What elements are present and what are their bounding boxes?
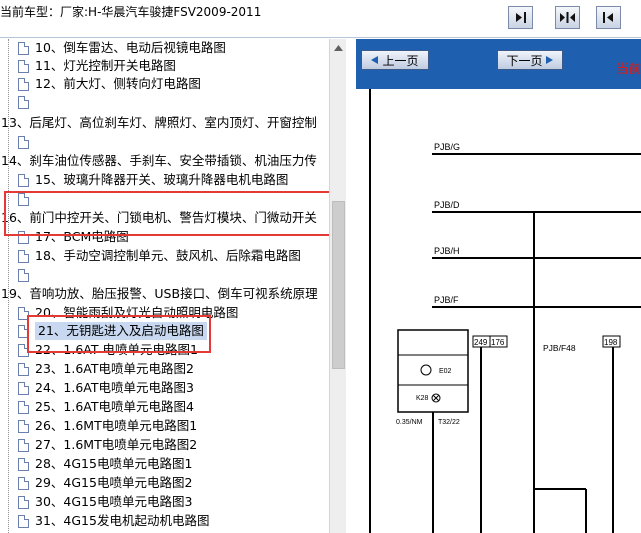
triangle-right-icon [545, 56, 553, 64]
tree-item-label: 25、1.6AT电喷单元电路图4 [35, 399, 194, 414]
tree-item-label: 28、4G15电喷单元电路图1 [35, 456, 193, 471]
current-page-label: 当前 [615, 61, 641, 76]
tree-folder[interactable]: 19、音响功放、胎压报警、USB接口、倒车可视系统原理 [1, 285, 318, 303]
tree-item[interactable]: 12、前大灯、侧转向灯电路图 [18, 75, 201, 93]
tree-item-label: 12、前大灯、侧转向灯电路图 [35, 76, 201, 91]
vehicle-title: 当前车型：厂家:H-华晨汽车骏捷FSV2009-2011 [0, 5, 262, 19]
tree-item[interactable]: 24、1.6AT电喷单元电路图3 [18, 379, 194, 397]
wire-label: PJB/H [434, 246, 460, 256]
triangle-left-icon [371, 56, 379, 64]
top-bar: 当前车型：厂家:H-华晨汽车骏捷FSV2009-2011 [0, 0, 641, 38]
pin-label: PJB/F48 [543, 343, 576, 353]
connector-label: 198 [604, 338, 618, 347]
tree-item[interactable]: 27、1.6MT电喷单元电路图2 [18, 436, 197, 454]
document-icon [18, 135, 29, 149]
tree-item[interactable] [18, 266, 35, 284]
tree-item[interactable]: 31、4G15发电机起动机电路图 [18, 512, 209, 530]
tree-folder-label: 19、音响功放、胎压报警、USB接口、倒车可视系统原理 [1, 286, 318, 301]
prev-page-label: 上一页 [382, 53, 419, 68]
tree-item[interactable]: 29、4G15电喷单元电路图2 [18, 474, 192, 492]
tree-item-label: 10、倒车雷达、电动后视镜电路图 [35, 40, 226, 55]
tree-item-label: 29、4G15电喷单元电路图2 [35, 475, 193, 490]
document-icon [18, 400, 29, 414]
document-icon [18, 495, 29, 509]
tree-folder[interactable]: 14、刹车油位传感器、手刹车、安全带插锁、机油压力传 [1, 152, 317, 170]
wire-label: PJB/G [434, 142, 460, 152]
tree-scrollbar[interactable] [329, 39, 346, 533]
wire-label: PJB/F [434, 295, 459, 305]
tree-item-label: 24、1.6AT电喷单元电路图3 [35, 380, 194, 395]
arrows-inward-icon [560, 12, 575, 23]
document-icon [18, 419, 29, 433]
next-page-label: 下一页 [506, 53, 543, 68]
next-page-button[interactable]: 下一页 [497, 50, 563, 70]
tree-item-label: 27、1.6MT电喷单元电路图2 [35, 437, 198, 452]
document-icon [18, 173, 29, 187]
terminal-label: T32/22 [438, 419, 460, 426]
tree-folder[interactable]: 13、后尾灯、高位刹车灯、牌照灯、室内顶灯、开窗控制 [1, 114, 317, 132]
chevron-up-icon [334, 44, 343, 51]
tree-item[interactable]: 30、4G15电喷单元电路图3 [18, 493, 192, 511]
tree-item[interactable]: 11、灯光控制开关电路图 [18, 57, 176, 75]
tree-item-label: 30、4G15电喷单元电路图3 [35, 494, 193, 509]
tree-item[interactable]: 15、玻璃升降器开关、玻璃升降器电机电路图 [18, 171, 288, 189]
tree-item[interactable]: 23、1.6AT电喷单元电路图2 [18, 360, 194, 378]
scroll-thumb[interactable] [332, 201, 345, 369]
tree-item-label: 23、1.6AT电喷单元电路图2 [35, 361, 194, 376]
highlight-box-21 [27, 315, 211, 353]
scroll-up-button[interactable] [331, 40, 346, 55]
tree-folder-label: 13、后尾灯、高位刹车灯、牌照灯、室内顶灯、开窗控制 [1, 115, 317, 130]
tree-item[interactable]: 10、倒车雷达、电动后视镜电路图 [18, 39, 226, 57]
document-icon [18, 381, 29, 395]
connector-label: 249 [474, 338, 488, 347]
highlight-box-16 [4, 191, 329, 236]
tree-item[interactable] [18, 93, 35, 111]
tree-item-label: 18、手动空调控制单元、鼓风机、后除霜电路图 [35, 248, 301, 263]
module-box [397, 329, 469, 413]
tree-item[interactable]: 26、1.6MT电喷单元电路图1 [18, 417, 197, 435]
module-pin: K28 [416, 395, 429, 402]
tree-item-label: 11、灯光控制开关电路图 [35, 58, 176, 73]
document-icon [18, 476, 29, 490]
document-icon [18, 514, 29, 528]
prev-page-button[interactable]: 上一页 [361, 50, 429, 70]
arrow-right-bar-icon [516, 12, 526, 23]
document-icon [18, 457, 29, 471]
document-icon [18, 438, 29, 452]
connector-label: 176 [491, 338, 505, 347]
tree-item[interactable]: 25、1.6AT电喷单元电路图4 [18, 398, 194, 416]
collapse-right-button[interactable] [596, 6, 621, 29]
tree-item-label: 26、1.6MT电喷单元电路图1 [35, 418, 198, 433]
wire-label: PJB/D [434, 200, 460, 210]
document-icon [18, 268, 29, 282]
document-icon [18, 77, 29, 91]
viewer-toolbar: 上一页 下一页 当前 [356, 39, 641, 89]
bar-arrow-left-icon [603, 12, 613, 23]
tree-item[interactable]: 28、4G15电喷单元电路图1 [18, 455, 192, 473]
center-button[interactable] [555, 6, 580, 29]
wire-spec: 0.35/NM [396, 419, 423, 426]
diagram-tree: 10、倒车雷达、电动后视镜电路图 11、灯光控制开关电路图 12、前大灯、侧转向… [0, 39, 329, 533]
tree-item[interactable]: 18、手动空调控制单元、鼓风机、后除霜电路图 [18, 247, 301, 265]
tree-item-label: 31、4G15发电机起动机电路图 [35, 513, 210, 528]
diagram-viewer: 上一页 下一页 当前 PJB/G PJB/D PJB/H PJB/F E02 K… [356, 39, 641, 533]
module-code: E02 [439, 368, 452, 375]
document-icon [18, 41, 29, 55]
splitter[interactable] [346, 39, 356, 533]
tree-item[interactable] [18, 133, 35, 151]
tree-folder-label: 14、刹车油位传感器、手刹车、安全带插锁、机油压力传 [1, 153, 317, 168]
tree-item-label: 15、玻璃升降器开关、玻璃升降器电机电路图 [35, 172, 289, 187]
document-icon [18, 59, 29, 73]
expand-left-button[interactable] [508, 6, 533, 29]
wiring-diagram: PJB/G PJB/D PJB/H PJB/F E02 K28 0.35/NM … [369, 89, 641, 533]
document-icon [18, 249, 29, 263]
document-icon [18, 362, 29, 376]
document-icon [18, 95, 29, 109]
